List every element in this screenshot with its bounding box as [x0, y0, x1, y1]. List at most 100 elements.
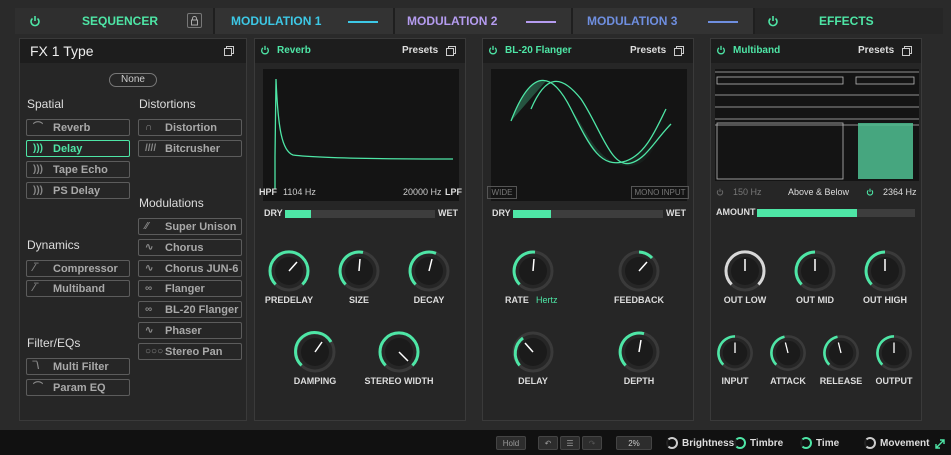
mono-input-toggle[interactable]: MONO INPUT — [631, 186, 689, 199]
copy-icon[interactable] — [902, 46, 912, 56]
input-knob[interactable] — [714, 332, 756, 374]
fx-super-unison-button[interactable]: ⁄⁄ Super Unison — [138, 218, 242, 235]
tab-modulation-1[interactable]: MODULATION 1 — [215, 8, 395, 34]
delay-label: DELAY — [518, 376, 548, 386]
fx-chorus-button[interactable]: ∿ Chorus — [138, 239, 242, 256]
multiband-freq-row: 150 Hz Above & Below 2364 Hz — [711, 186, 921, 198]
reverb-mix-slider[interactable] — [285, 210, 435, 218]
tab-label: MODULATION 1 — [231, 14, 322, 28]
amount-row: AMOUNT — [711, 207, 921, 221]
feedback-knob[interactable] — [615, 247, 663, 295]
fx-multiband-button[interactable]: ⁄‾ Multiband — [26, 280, 130, 297]
out-low-knob[interactable] — [721, 247, 769, 295]
stereo-width-knob[interactable] — [375, 328, 423, 376]
power-icon[interactable] — [29, 15, 41, 27]
wide-toggle[interactable]: WIDE — [487, 186, 517, 199]
fx-reverb-button[interactable]: ⌒ Reverb — [26, 119, 130, 136]
copy-icon[interactable] — [674, 46, 684, 56]
power-icon[interactable] — [716, 188, 724, 196]
dry-label: DRY — [264, 208, 283, 218]
hpf-value[interactable]: 1104 Hz — [283, 187, 316, 197]
fx-chorus-jun6-button[interactable]: ∿ Chorus JUN-6 — [138, 260, 242, 277]
tab-label: MODULATION 3 — [587, 14, 678, 28]
low-freq-value[interactable]: 150 Hz — [733, 187, 762, 197]
zoom-value[interactable]: 2% — [616, 436, 652, 450]
high-freq-value[interactable]: 2364 Hz — [883, 187, 917, 197]
tab-sequencer[interactable]: SEQUENCER — [15, 8, 215, 34]
menu-button[interactable]: ☰ — [560, 436, 580, 450]
copy-icon[interactable] — [224, 46, 234, 56]
fx-stereo-pan-button[interactable]: ○○○ Stereo Pan — [138, 343, 242, 360]
lpf-label: LPF — [445, 187, 462, 197]
release-knob[interactable] — [820, 332, 862, 374]
power-icon[interactable] — [866, 188, 874, 196]
flanger-mix-slider[interactable] — [513, 210, 663, 218]
predelay-knob[interactable] — [265, 247, 313, 295]
macro-brightness[interactable]: Brightness — [666, 437, 734, 449]
section-modulations: Modulations — [139, 196, 204, 210]
lpf-value[interactable]: 20000 Hz — [403, 187, 442, 197]
fx-flanger-button[interactable]: ∞ Flanger — [138, 280, 242, 297]
macro-time[interactable]: Time — [800, 437, 839, 449]
redo-button[interactable]: ↷ — [582, 436, 602, 450]
tab-indicator — [526, 21, 556, 23]
out-high-knob[interactable] — [861, 247, 909, 295]
copy-icon[interactable] — [446, 46, 456, 56]
rate-knob[interactable] — [509, 247, 557, 295]
presets-button[interactable]: Presets — [858, 45, 894, 56]
power-icon[interactable] — [488, 45, 498, 55]
output-knob[interactable] — [873, 332, 915, 374]
amount-slider[interactable] — [757, 209, 915, 217]
multiband-display[interactable] — [715, 69, 919, 181]
fx-bitcrusher-button[interactable]: ////Bitcrusher — [138, 140, 242, 157]
presets-button[interactable]: Presets — [402, 45, 438, 56]
tab-effects[interactable]: EFFECTS — [755, 8, 943, 34]
macro-knob-icon — [864, 437, 876, 449]
bl20-flanger-icon: ∞ — [145, 304, 153, 315]
mode-value[interactable]: Above & Below — [788, 187, 849, 197]
fx-tape-echo-button[interactable]: ))) Tape Echo — [26, 161, 130, 178]
flanger-waveform — [510, 79, 672, 166]
flanger-display[interactable] — [491, 69, 687, 201]
compressor-icon: ⁄‾ — [33, 263, 38, 274]
delay-knob[interactable] — [509, 328, 557, 376]
presets-button[interactable]: Presets — [630, 45, 666, 56]
fx-bl20-flanger-button[interactable]: ∞ BL-20 Flanger — [138, 301, 242, 318]
rate-label: RATE — [505, 295, 529, 305]
amount-label: AMOUNT — [716, 207, 756, 217]
undo-button[interactable]: ↶ — [538, 436, 558, 450]
size-label: SIZE — [348, 295, 369, 305]
reverb-filter-row: HPF 1104 Hz 20000 Hz LPF — [259, 187, 463, 199]
macro-timbre[interactable]: Timbre — [734, 437, 783, 449]
tab-modulation-3[interactable]: MODULATION 3 — [573, 8, 755, 34]
lock-icon[interactable] — [187, 13, 202, 28]
fx-distortion-button[interactable]: ∩ Distortion — [138, 119, 242, 136]
attack-knob[interactable] — [767, 332, 809, 374]
macro-movement[interactable]: Movement — [864, 437, 929, 449]
fx-ps-delay-button[interactable]: ))) PS Delay — [26, 182, 130, 199]
tab-modulation-2[interactable]: MODULATION 2 — [395, 8, 573, 34]
wet-label: WET — [438, 208, 458, 218]
resize-icon[interactable] — [934, 438, 946, 450]
depth-knob[interactable] — [615, 328, 663, 376]
reverb-decay-display[interactable] — [263, 69, 459, 201]
power-icon[interactable] — [767, 15, 779, 27]
rate-unit[interactable]: Hertz — [536, 295, 558, 305]
fx-param-eq-button[interactable]: ⌒ Param EQ — [26, 379, 130, 396]
fx-multi-filter-button[interactable]: ‾\ Multi Filter — [26, 358, 130, 375]
out-mid-knob[interactable] — [791, 247, 839, 295]
fx-phaser-button[interactable]: ∿ Phaser — [138, 322, 242, 339]
fx-compressor-button[interactable]: ⁄‾ Compressor — [26, 260, 130, 277]
decay-knob[interactable] — [405, 247, 453, 295]
none-button[interactable]: None — [109, 73, 157, 87]
power-icon[interactable] — [716, 45, 726, 55]
hold-button[interactable]: Hold — [496, 436, 526, 450]
flanger-header: BL-20 Flanger Presets — [483, 39, 693, 63]
section-filter-eqs: Filter/EQs — [27, 336, 81, 350]
power-icon[interactable] — [260, 45, 270, 55]
fx-delay-button[interactable]: ))) Delay — [26, 140, 130, 157]
macro-knob-icon — [666, 437, 678, 449]
size-knob[interactable] — [335, 247, 383, 295]
flanger-panel: BL-20 Flanger Presets WIDE MONO INPUT DR… — [482, 38, 694, 421]
damping-knob[interactable] — [291, 328, 339, 376]
